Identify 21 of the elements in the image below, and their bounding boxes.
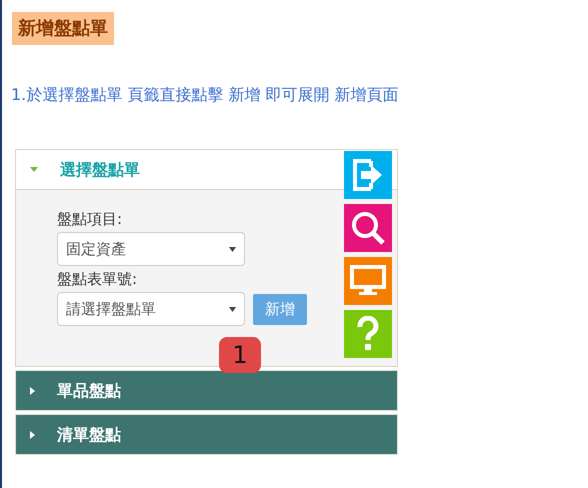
question-mark-icon [356, 316, 380, 352]
exit-button[interactable] [344, 151, 392, 199]
caret-right-icon [30, 386, 35, 394]
search-button[interactable] [344, 204, 392, 252]
monitor-icon [350, 265, 386, 297]
instruction-text: 1.於選擇盤點單 頁籤直接點擊 新增 即可展開 新增頁面 [10, 84, 400, 106]
field-label: 盤點表單號: [57, 269, 138, 290]
caret-down-icon [30, 167, 38, 172]
select-field[interactable]: 固定資產 [57, 232, 245, 266]
caret-right-icon [30, 430, 35, 438]
select-field[interactable]: 請選擇盤點單 [57, 292, 245, 326]
accordion-header[interactable]: 單品盤點 [15, 370, 398, 411]
page-title: 新增盤點單 [12, 12, 114, 45]
caret-down-icon [229, 246, 236, 252]
step-badge: 1 [219, 337, 261, 373]
caret-down-icon [229, 306, 236, 312]
accordion-header[interactable]: 清單盤點 [15, 414, 398, 455]
help-button[interactable] [344, 310, 392, 358]
monitor-button[interactable] [344, 257, 392, 305]
field-label: 盤點項目: [57, 209, 124, 230]
search-icon [350, 210, 386, 246]
